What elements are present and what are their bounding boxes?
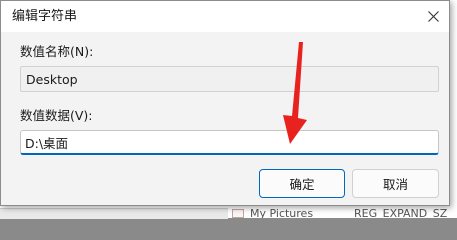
- value-data-input[interactable]: [20, 130, 439, 155]
- cancel-button[interactable]: 取消: [352, 169, 439, 198]
- registry-value-type: REG_EXPAND_SZ: [354, 209, 448, 218]
- registry-value-row[interactable]: My Pictures REG_EXPAND_SZ: [228, 209, 457, 218]
- value-name-field: Desktop: [20, 66, 439, 92]
- ok-button[interactable]: 确定: [259, 169, 345, 198]
- annotation-arrow: [283, 42, 307, 144]
- string-value-icon: [232, 209, 244, 218]
- value-name-text: Desktop: [26, 72, 78, 87]
- value-name-label: 数值名称(N):: [20, 44, 94, 59]
- close-icon: [427, 11, 439, 22]
- edit-string-dialog: 编辑字符串 数值名称(N): Desktop 数值数据(V): 确定 取消: [0, 0, 450, 206]
- close-button[interactable]: [417, 1, 449, 32]
- value-data-label: 数值数据(V):: [20, 108, 93, 123]
- background-tree-pane: [0, 208, 228, 219]
- registry-value-name: My Pictures: [250, 209, 314, 218]
- dialog-title: 编辑字符串: [12, 9, 78, 24]
- dialog-titlebar[interactable]: 编辑字符串: [1, 1, 449, 32]
